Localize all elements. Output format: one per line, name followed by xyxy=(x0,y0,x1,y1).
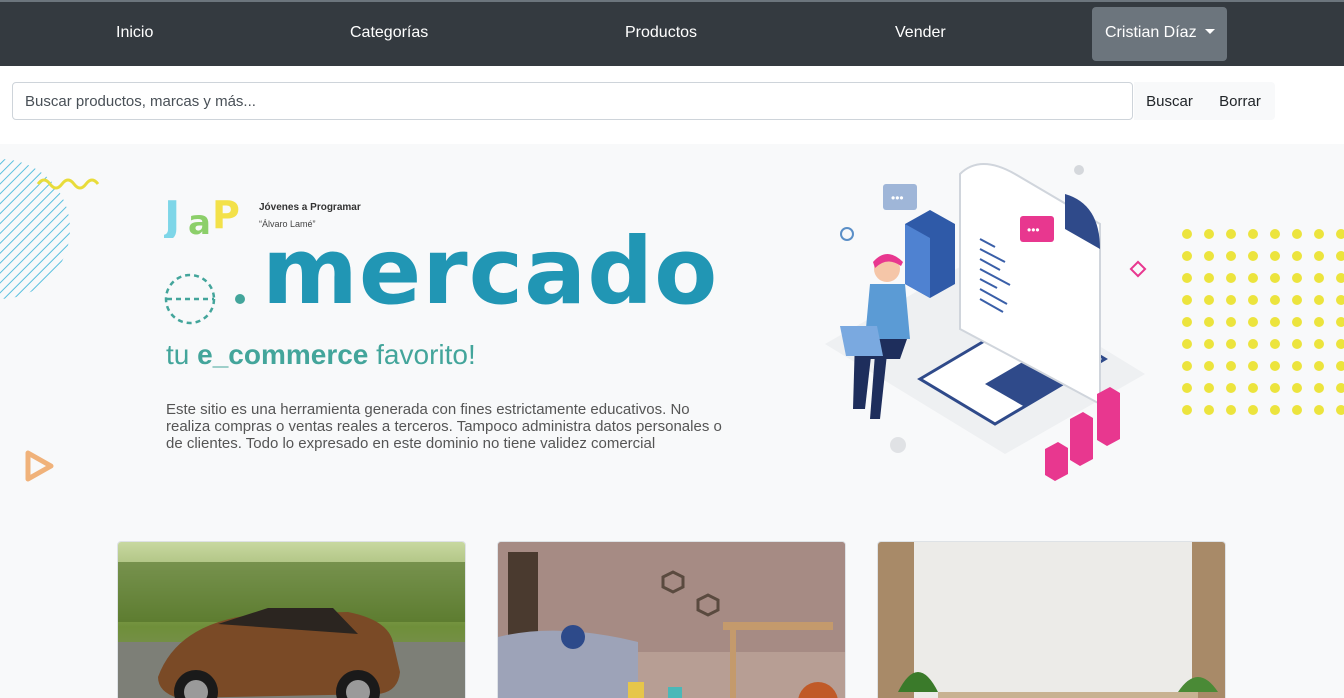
hero-banner: J a P Jóvenes a Programar “Álvaro Lamé” … xyxy=(0,144,1344,698)
nav-vender[interactable]: Vender xyxy=(895,24,946,42)
caret-down-icon xyxy=(1204,29,1215,34)
category-card-autos[interactable] xyxy=(117,541,466,698)
isometric-developer-illustration: ••• ••• xyxy=(825,163,1147,481)
user-menu-dropdown[interactable]: Cristian Díaz xyxy=(1092,7,1227,61)
yellow-dot-grid-decoration xyxy=(1182,229,1344,415)
svg-text:J: J xyxy=(164,192,180,238)
svg-text:P: P xyxy=(212,193,240,237)
search-button[interactable]: Buscar xyxy=(1134,82,1205,120)
car-image xyxy=(118,542,465,698)
nav-inicio[interactable]: Inicio xyxy=(116,24,153,42)
kids-room-image xyxy=(498,542,845,698)
nav-categorias[interactable]: Categorías xyxy=(350,24,428,42)
tagline-pre: tu xyxy=(166,339,198,370)
nav-productos[interactable]: Productos xyxy=(625,24,697,42)
clear-button[interactable]: Borrar xyxy=(1205,82,1275,120)
tagline-bold: e_commerce xyxy=(197,339,369,370)
brand-title: mercado xyxy=(262,218,719,325)
furniture-room-image xyxy=(878,542,1225,698)
category-card-muebles[interactable] xyxy=(877,541,1226,698)
tagline-post: favorito! xyxy=(368,339,476,370)
tagline: tu e_commerce favorito! xyxy=(166,339,476,371)
user-name: Cristian Díaz xyxy=(1105,24,1197,41)
search-bar: Buscar Borrar xyxy=(0,66,1344,144)
search-input[interactable] xyxy=(12,82,1133,120)
disclaimer-text: Este sitio es una herramienta generada c… xyxy=(166,401,722,452)
play-triangle-decoration xyxy=(25,450,54,482)
e-circle-icon xyxy=(164,273,245,325)
svg-text:•••: ••• xyxy=(891,191,904,205)
top-navbar: Inicio Categorías Productos Vender Crist… xyxy=(0,0,1344,66)
svg-text:•••: ••• xyxy=(1027,223,1040,237)
jap-logo: J a P xyxy=(164,192,240,238)
logo-title: Jóvenes a Programar xyxy=(259,202,361,213)
category-card-juguetes[interactable] xyxy=(497,541,846,698)
svg-text:a: a xyxy=(188,203,211,238)
squiggle-decoration xyxy=(36,178,100,190)
